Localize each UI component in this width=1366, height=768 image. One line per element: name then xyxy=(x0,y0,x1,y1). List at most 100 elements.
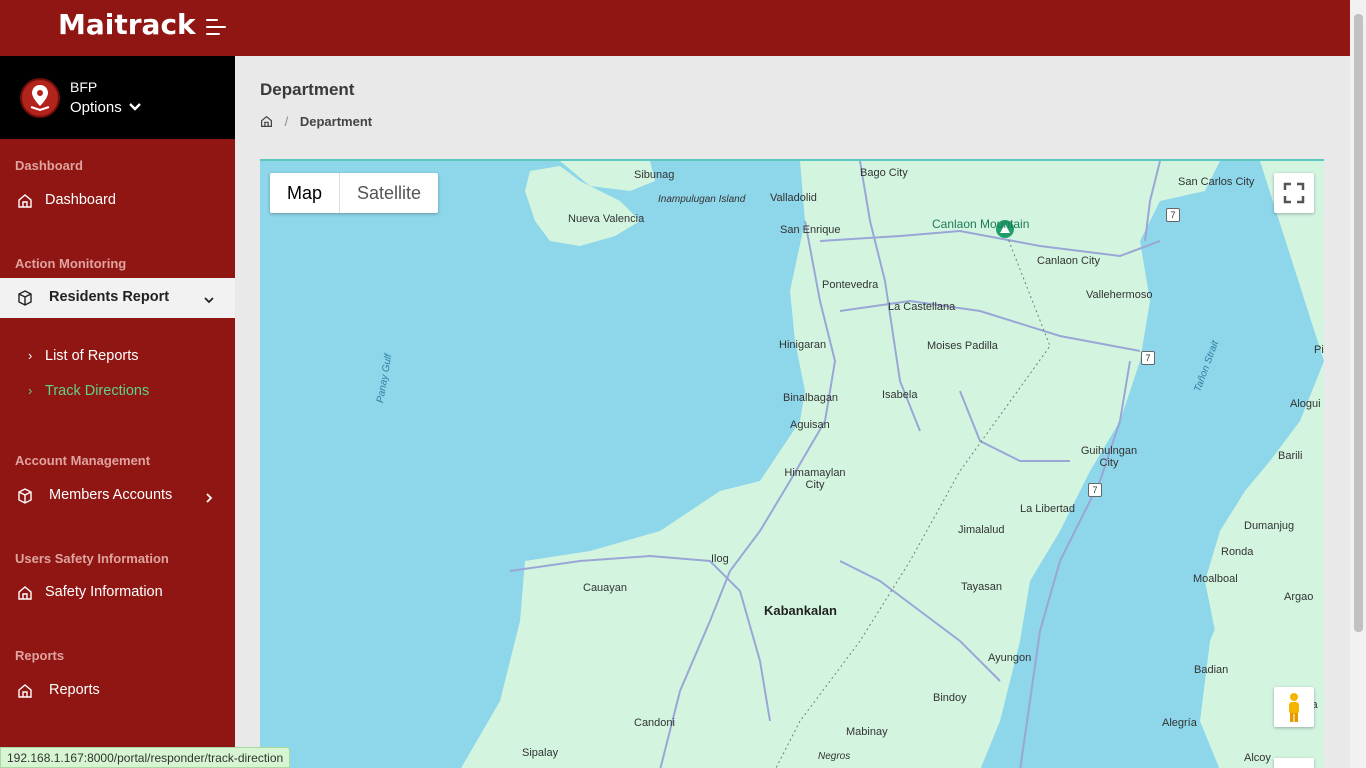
map-label: Ayungon xyxy=(988,652,1032,664)
map-label: Moalboal xyxy=(1193,573,1238,585)
map-label: Alegría xyxy=(1162,717,1197,729)
brand-logo[interactable]: Maitrack xyxy=(58,8,196,41)
sidebar-item-safety-information[interactable]: Safety Information xyxy=(0,573,235,613)
subitem-label: List of Reports xyxy=(45,348,139,364)
sidebar-item-label: Members Accounts xyxy=(49,487,173,503)
home-icon xyxy=(18,684,32,698)
profile-name: BFP xyxy=(70,79,98,95)
map-label: Sipalay xyxy=(522,747,559,759)
map-type-map-button[interactable]: Map xyxy=(270,173,341,213)
map-label: Ronda xyxy=(1221,546,1254,558)
map-label: Barili xyxy=(1278,450,1303,462)
box-icon xyxy=(18,488,32,504)
map-label: Sibunag xyxy=(634,169,675,181)
page-scrollbar[interactable] xyxy=(1350,0,1366,768)
map-label: Aguisan xyxy=(790,419,830,431)
fullscreen-icon xyxy=(1283,182,1305,204)
map-label: Pi xyxy=(1314,344,1324,356)
top-bar: Maitrack xyxy=(0,0,1350,56)
chevron-right-icon xyxy=(206,493,213,503)
map-label: Isabela xyxy=(882,389,918,401)
sidebar-item-label: Reports xyxy=(49,682,100,698)
map-label: Bindoy xyxy=(933,692,967,704)
profile-options-dropdown[interactable]: Options xyxy=(70,99,141,116)
map-label: Tayasan xyxy=(961,581,1002,593)
map-label: Jimalalud xyxy=(958,524,1005,536)
road-shield: 7 xyxy=(1088,483,1102,497)
map-label: Negros xyxy=(818,751,851,762)
map-type-toggle: Map Satellite xyxy=(270,173,439,213)
map-label: San Enrique xyxy=(780,224,841,236)
map-label: Mabinay xyxy=(846,726,888,738)
road-shield: 7 xyxy=(1141,351,1155,365)
sidebar: BFP Options Dashboard Dashboard Action M… xyxy=(0,56,235,768)
map-label: Guihulngan City xyxy=(1080,445,1138,469)
map-label: La Libertad xyxy=(1020,503,1076,515)
sidebar-item-reports[interactable]: Reports xyxy=(0,671,235,711)
sidebar-item-label: Safety Information xyxy=(45,584,163,600)
map-label: Dumanjug xyxy=(1244,520,1295,532)
map-label: Argao xyxy=(1284,591,1314,603)
profile-panel: BFP Options xyxy=(0,56,235,139)
map-label: Canlaon Mountain xyxy=(932,217,1030,231)
home-icon xyxy=(18,586,32,600)
sidebar-item-residents-report[interactable]: Residents Report xyxy=(0,278,235,318)
breadcrumb: / Department xyxy=(260,114,372,129)
map-label: Pontevedra xyxy=(822,279,879,291)
breadcrumb-current: Department xyxy=(299,114,373,129)
road-shield: 7 xyxy=(1166,208,1180,222)
location-pin-icon xyxy=(30,85,50,112)
section-title-action-monitoring: Action Monitoring xyxy=(15,256,127,271)
sidebar-subitem-track-directions[interactable]: › Track Directions xyxy=(28,383,149,399)
sidebar-item-label: Dashboard xyxy=(45,192,116,208)
subitem-label: Track Directions xyxy=(45,383,150,399)
map-label: Hinigaran xyxy=(779,339,827,351)
avatar xyxy=(20,78,60,118)
section-title-users-safety: Users Safety Information xyxy=(15,551,169,566)
map-label: Candoni xyxy=(634,717,675,729)
map-label: Cauayan xyxy=(583,582,628,594)
street-view-pegman-button[interactable] xyxy=(1274,687,1314,727)
map-label: San Carlos City xyxy=(1178,176,1255,188)
map-label: Ilog xyxy=(711,553,729,565)
map-label: Valladolid xyxy=(770,192,817,204)
map-label: La Castellana xyxy=(888,301,956,313)
map-label: Canlaon City xyxy=(1037,255,1100,267)
sidebar-item-label: Residents Report xyxy=(49,289,170,305)
status-bar-url: 192.168.1.167:8000/portal/responder/trac… xyxy=(0,747,291,768)
map-canvas xyxy=(461,161,1324,768)
section-title-reports: Reports xyxy=(15,648,65,663)
section-title-account-management: Account Management xyxy=(15,453,151,468)
profile-options-label: Options xyxy=(70,99,122,116)
map-view[interactable]: Sibunag Inampulugan Island Nueva Valenci… xyxy=(260,159,1324,768)
breadcrumb-separator: / xyxy=(284,114,289,129)
map-label: Kabankalan xyxy=(764,603,837,618)
map-label: Himamaylan City xyxy=(784,467,846,491)
map-label: Vallehermoso xyxy=(1086,289,1153,301)
pegman-icon xyxy=(1289,693,1299,722)
chevron-right-icon: › xyxy=(28,383,33,398)
sidebar-item-dashboard[interactable]: Dashboard xyxy=(0,181,235,221)
map-label: Alcoy xyxy=(1244,752,1271,764)
map-label: Nueva Valencia xyxy=(568,213,645,225)
scrollbar-thumb[interactable] xyxy=(1354,14,1363,632)
map-label: Bago City xyxy=(860,167,908,179)
chevron-right-icon: › xyxy=(28,348,33,363)
fullscreen-button[interactable] xyxy=(1274,173,1314,213)
chevron-down-icon xyxy=(204,297,214,304)
map-label: Badian xyxy=(1194,664,1229,676)
sidebar-item-members-accounts[interactable]: Members Accounts xyxy=(0,476,235,516)
page-title: Department xyxy=(260,80,355,99)
home-icon[interactable] xyxy=(260,115,273,128)
home-icon xyxy=(18,194,32,208)
map-label: Alogui xyxy=(1290,398,1321,410)
hamburger-menu-icon[interactable] xyxy=(206,19,226,37)
map-label: Inampulugan Island xyxy=(658,194,746,205)
box-icon xyxy=(18,290,32,306)
sidebar-subitem-list-of-reports[interactable]: › List of Reports xyxy=(28,348,139,364)
map-label: Binalbagan xyxy=(783,392,839,404)
map-type-satellite-button[interactable]: Satellite xyxy=(340,173,438,213)
chevron-down-icon xyxy=(129,103,141,111)
map-label: Moises Padilla xyxy=(927,340,998,352)
zoom-in-button[interactable] xyxy=(1274,758,1314,768)
